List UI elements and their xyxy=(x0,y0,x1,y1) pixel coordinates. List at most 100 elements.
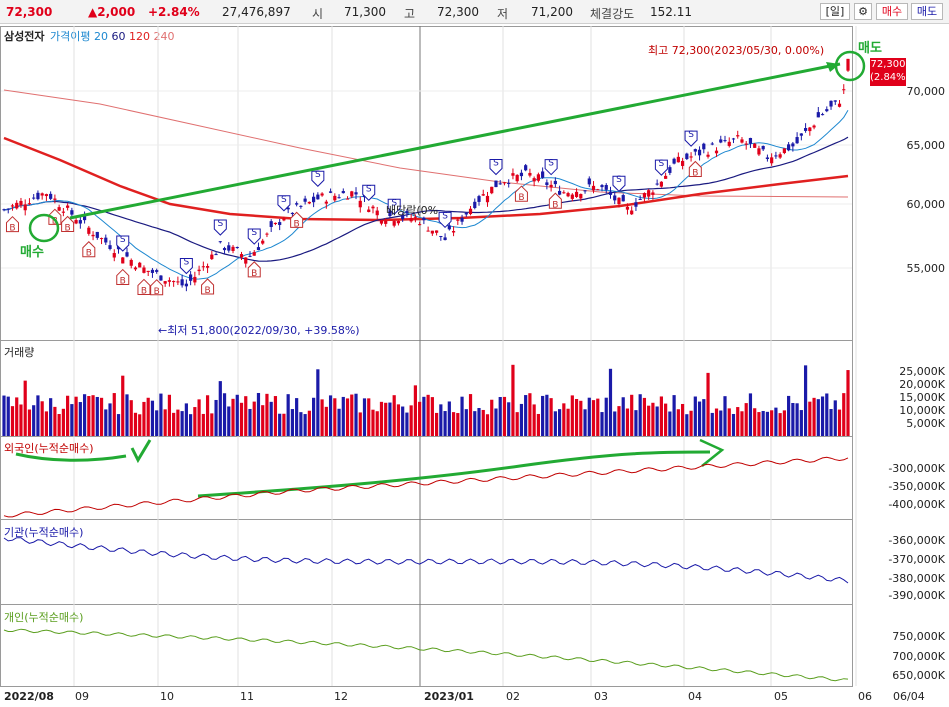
candle-body xyxy=(574,191,579,197)
volume-bar xyxy=(273,396,278,436)
volume-bar xyxy=(672,395,676,436)
candle-body xyxy=(201,266,205,268)
candle-body xyxy=(61,211,65,213)
volume-bar xyxy=(613,411,617,436)
volume-bar xyxy=(583,409,587,436)
volume-bar xyxy=(362,398,367,436)
volume-bar xyxy=(481,409,485,436)
x-label: 05 xyxy=(774,690,788,703)
volume-bar xyxy=(549,398,553,436)
institution-title: 기관(누적순매수) xyxy=(4,526,84,539)
sell-marker-label: S xyxy=(659,159,665,169)
candle-body xyxy=(740,139,744,143)
candle-body xyxy=(23,204,27,211)
buy-circle xyxy=(28,213,60,243)
volume-bar xyxy=(61,408,65,436)
sell-marker-label: S xyxy=(217,219,223,229)
volume-bar xyxy=(40,401,44,436)
volume-bar xyxy=(316,369,320,436)
candle-body xyxy=(481,194,485,196)
volume-bar xyxy=(723,396,727,436)
volume-bar xyxy=(515,412,519,436)
candle-body xyxy=(583,190,587,192)
volume-bar xyxy=(443,411,447,436)
volume-bar xyxy=(218,381,222,436)
candle-body xyxy=(316,194,320,200)
volume-bar xyxy=(19,404,23,436)
volume-bar xyxy=(706,372,710,436)
volume-bar xyxy=(244,396,248,436)
volume-bar xyxy=(774,407,778,436)
volume-bar xyxy=(74,396,78,436)
candle-body xyxy=(205,266,210,268)
candle-body xyxy=(32,197,36,199)
candle-body xyxy=(787,144,791,151)
candle-body xyxy=(172,281,176,283)
institution-tick: -380,000K xyxy=(888,572,945,585)
candle-body xyxy=(511,173,515,176)
volume-bar xyxy=(44,411,49,436)
buy-marker-label: B xyxy=(65,223,71,233)
stock-chart-canvas[interactable]: BBBBBB B BBBBBBSSSSSSSSSS SSSS xyxy=(0,0,949,707)
volume-bar xyxy=(761,410,765,436)
volume-bar xyxy=(108,403,112,436)
volume-bar xyxy=(295,398,299,436)
volume-bar xyxy=(511,364,515,436)
candle-body xyxy=(456,219,460,221)
candle-body xyxy=(706,154,710,157)
volume-bar xyxy=(2,395,6,436)
volume-bar xyxy=(256,392,261,436)
price-tick: 70,000 xyxy=(906,85,946,98)
volume-bar xyxy=(99,397,104,436)
candle-body xyxy=(379,220,384,224)
candle-body xyxy=(634,202,638,207)
volume-bar xyxy=(464,409,468,436)
volume-bar xyxy=(765,411,770,436)
candle-body xyxy=(541,171,545,178)
candle-body xyxy=(651,192,655,195)
volume-bar xyxy=(15,397,19,436)
candle-body xyxy=(714,150,719,154)
volume-bar xyxy=(664,403,668,436)
candle-body xyxy=(341,191,345,194)
candle-body xyxy=(167,280,172,282)
candle-body xyxy=(189,274,193,281)
volume-bar xyxy=(570,395,574,436)
volume-bar xyxy=(744,403,748,436)
volume-bar xyxy=(384,402,388,436)
candle-body xyxy=(265,233,269,235)
candle-body xyxy=(6,208,10,210)
candle-body xyxy=(121,257,125,264)
volume-bar xyxy=(422,396,426,436)
candle-body xyxy=(112,253,116,258)
candle-body xyxy=(324,201,328,204)
candle-body xyxy=(392,221,396,226)
volume-bar xyxy=(651,402,655,436)
candle-body xyxy=(791,143,795,147)
institution-line xyxy=(3,537,849,584)
badge-pct: (2.84%) xyxy=(870,72,910,83)
volume-bar xyxy=(163,409,167,436)
x-last-date: 06/04 xyxy=(893,690,925,703)
volume-bar xyxy=(787,395,791,436)
pane-frame xyxy=(0,26,853,341)
volume-bar xyxy=(430,397,434,436)
candle-body xyxy=(36,192,40,200)
price-tick: 55,000 xyxy=(906,262,946,275)
volume-bar xyxy=(803,365,808,436)
volume-bar xyxy=(222,393,227,436)
volume-tick: 25,000K xyxy=(899,365,945,378)
candle-body xyxy=(842,89,846,91)
volume-bar xyxy=(133,412,138,436)
candle-body xyxy=(693,149,697,152)
candle-body xyxy=(239,254,244,258)
candle-body xyxy=(184,283,188,287)
volume-bar xyxy=(825,393,829,436)
volume-bar xyxy=(116,414,121,436)
foreign-tick: -400,000K xyxy=(888,498,945,511)
volume-bar xyxy=(239,402,244,436)
volume-bar xyxy=(303,414,307,436)
volume-bar xyxy=(829,409,833,436)
candle-body xyxy=(273,222,278,225)
volume-bar xyxy=(112,393,116,436)
